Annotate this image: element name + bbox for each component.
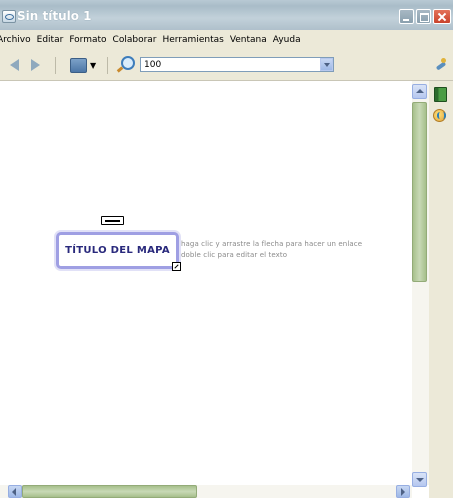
concept-node[interactable]: TÍTULO DEL MAPA [56,232,179,269]
book-icon[interactable] [434,87,447,102]
menu-ayuda[interactable]: Ayuda [273,35,306,45]
zoom-input[interactable] [140,57,334,72]
window-title: Sin título 1 [17,9,92,23]
display-icon[interactable] [70,58,87,73]
maximize-icon[interactable] [416,9,431,24]
title-bar[interactable]: Sin título 1 [0,0,453,30]
toolbar-separator [107,57,108,74]
resize-handle[interactable] [172,262,181,271]
tool-icon[interactable] [436,58,448,71]
menu-bar: Archivo Editar Formato Colaborar Herrami… [0,30,453,50]
toolbar-separator [55,57,56,74]
horizontal-scrollbar[interactable] [0,485,412,498]
zoom-icon[interactable] [121,56,135,70]
close-icon[interactable] [433,9,451,24]
menu-colaborar[interactable]: Colaborar [113,35,162,45]
app-icon[interactable] [2,10,16,23]
vertical-scroll-thumb[interactable] [412,102,427,282]
map-canvas[interactable] [0,81,413,474]
link-arrow-handle[interactable] [101,216,124,225]
forward-arrow-icon[interactable] [31,59,40,71]
globe-icon[interactable] [433,109,446,122]
concept-node-label: TÍTULO DEL MAPA [65,245,170,256]
menu-ventana[interactable]: Ventana [230,35,272,45]
chevron-down-icon[interactable]: ▼ [90,61,96,70]
hint-text-link: haga clic y arrastre la flecha para hace… [181,240,363,248]
zoom-dropdown-button[interactable] [320,58,333,71]
side-panel [429,81,453,498]
hint-text-edit: doble clic para editar el texto [181,251,288,259]
scroll-left-icon[interactable] [8,485,22,498]
back-arrow-icon[interactable] [10,59,19,71]
toolbar: ▼ [0,50,453,81]
vertical-scrollbar[interactable] [412,81,429,487]
menu-herramientas[interactable]: Herramientas [163,35,229,45]
scroll-right-icon[interactable] [396,485,410,498]
horizontal-scroll-thumb[interactable] [22,485,197,498]
scroll-down-icon[interactable] [412,472,427,487]
scroll-up-icon[interactable] [412,84,427,99]
menu-archivo[interactable]: Archivo [0,35,36,45]
menu-editar[interactable]: Editar [37,35,69,45]
minimize-icon[interactable] [399,9,414,24]
menu-formato[interactable]: Formato [69,35,111,45]
